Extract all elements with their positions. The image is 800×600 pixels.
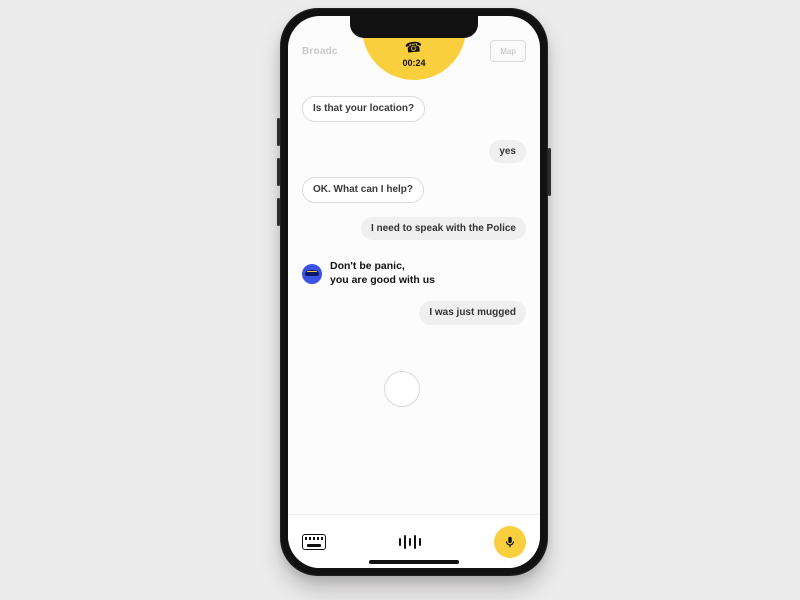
phone-device: Broadc Map ☎ 00:24 Is that your location… — [280, 8, 548, 576]
message-bubble: OK. What can I help? — [302, 177, 424, 203]
device-notch — [350, 16, 478, 38]
map-toggle[interactable]: Map — [490, 40, 526, 62]
header-left-label: Broadc — [302, 46, 338, 57]
record-indicator[interactable] — [384, 371, 420, 407]
home-indicator[interactable] — [369, 560, 459, 564]
message-bubble: yes — [489, 140, 526, 164]
message-row: OK. What can I help? — [302, 177, 526, 203]
keyboard-icon[interactable] — [302, 534, 326, 550]
system-message: Don't be panic, you are good with us — [302, 260, 526, 287]
system-message-text: Don't be panic, you are good with us — [330, 260, 435, 287]
screen: Broadc Map ☎ 00:24 Is that your location… — [288, 16, 540, 568]
message-row: yes — [302, 140, 526, 164]
message-row: Is that your location? — [302, 96, 526, 122]
mic-icon — [503, 535, 517, 549]
message-row: I need to speak with the Police — [302, 217, 526, 241]
call-timer: 00:24 — [402, 58, 425, 68]
mic-button[interactable] — [494, 526, 526, 558]
police-cap-icon — [302, 264, 322, 284]
waveform-icon — [399, 532, 421, 552]
message-list: Is that your location? yes OK. What can … — [288, 88, 540, 514]
message-bubble: Is that your location? — [302, 96, 425, 122]
message-bubble: I need to speak with the Police — [361, 217, 526, 241]
message-row: I was just mugged — [302, 301, 526, 325]
hangup-icon: ☎ — [405, 39, 424, 54]
message-bubble: I was just mugged — [419, 301, 526, 325]
